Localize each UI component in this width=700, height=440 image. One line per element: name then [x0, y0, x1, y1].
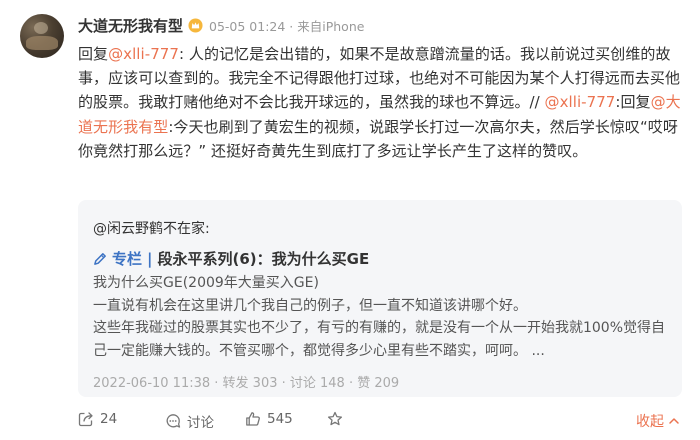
collapse-label: 收起	[636, 414, 664, 430]
chevron-up-icon	[669, 418, 679, 424]
pen-icon	[94, 253, 106, 265]
excerpt-line: 一直说有机会在这里讲几个我自己的例子，但一直不知道该讲哪个好。	[93, 297, 527, 314]
excerpt-line: 这些年我碰过的股票其实也不少了，有亏的有赚的，就是没有一个从一开始我就100%觉…	[93, 320, 666, 359]
column-label: 专栏	[112, 250, 143, 268]
mention-link[interactable]: @xlli-777	[108, 45, 179, 63]
collapse-button[interactable]: 收起	[636, 411, 680, 431]
card-stats: 2022-06-10 11:38 · 转发 303 · 讨论 148 · 赞 2…	[93, 376, 400, 391]
like-count: 545	[267, 411, 293, 427]
avatar[interactable]	[20, 14, 64, 58]
post-text-segment: :回复	[615, 93, 651, 112]
mention-link[interactable]: @xlli-777	[545, 93, 616, 111]
card-title-row[interactable]: 专栏 | 段永平系列(6)：我为什么买GE	[93, 248, 369, 269]
favorite-button[interactable]	[327, 411, 349, 427]
comment-button[interactable]: 讨论	[165, 411, 214, 431]
quoted-article-card[interactable]: @闲云野鹤不在家: 专栏 | 段永平系列(6)：我为什么买GE 我为什么买GE(…	[78, 200, 682, 397]
forward-count: 24	[100, 411, 118, 427]
post-content: 回复@xlli-777: 人的记忆是会出错的，如果不是故意蹭流量的话。我以前说过…	[78, 42, 684, 163]
excerpt-line: 我为什么买GE(2009年大量买入GE)	[93, 275, 319, 291]
article-title[interactable]: 段永平系列(6)：我为什么买GE	[158, 248, 370, 269]
forward-button[interactable]: 24	[78, 411, 117, 427]
forward-icon	[78, 412, 93, 427]
thumb-up-icon	[246, 412, 260, 426]
column-separator: |	[147, 249, 153, 268]
star-icon	[327, 411, 343, 426]
comment-icon	[166, 414, 181, 428]
crown-badge-icon	[188, 17, 203, 33]
post-meta: 05-05 01:24 · 来自iPhone	[209, 18, 365, 34]
comment-label: 讨论	[187, 415, 214, 431]
action-bar: 24 讨论 545 收起	[0, 405, 700, 435]
author-name[interactable]: 大道无形我有型	[78, 15, 183, 36]
like-button[interactable]: 545	[245, 411, 293, 427]
card-author[interactable]: @闲云野鹤不在家:	[93, 218, 210, 238]
post-header: 大道无形我有型 05-05 01:24 · 来自iPhone	[78, 15, 364, 35]
post-text-segment: :今天也刷到了黄宏生的视频，说跟学长打过一次高尔夫，然后学长惊叹“哎呀你竟然打那…	[78, 117, 678, 160]
post-text-segment: 回复	[78, 45, 109, 63]
article-excerpt: 我为什么买GE(2009年大量买入GE) 一直说有机会在这里讲几个我自己的例子，…	[93, 272, 673, 362]
